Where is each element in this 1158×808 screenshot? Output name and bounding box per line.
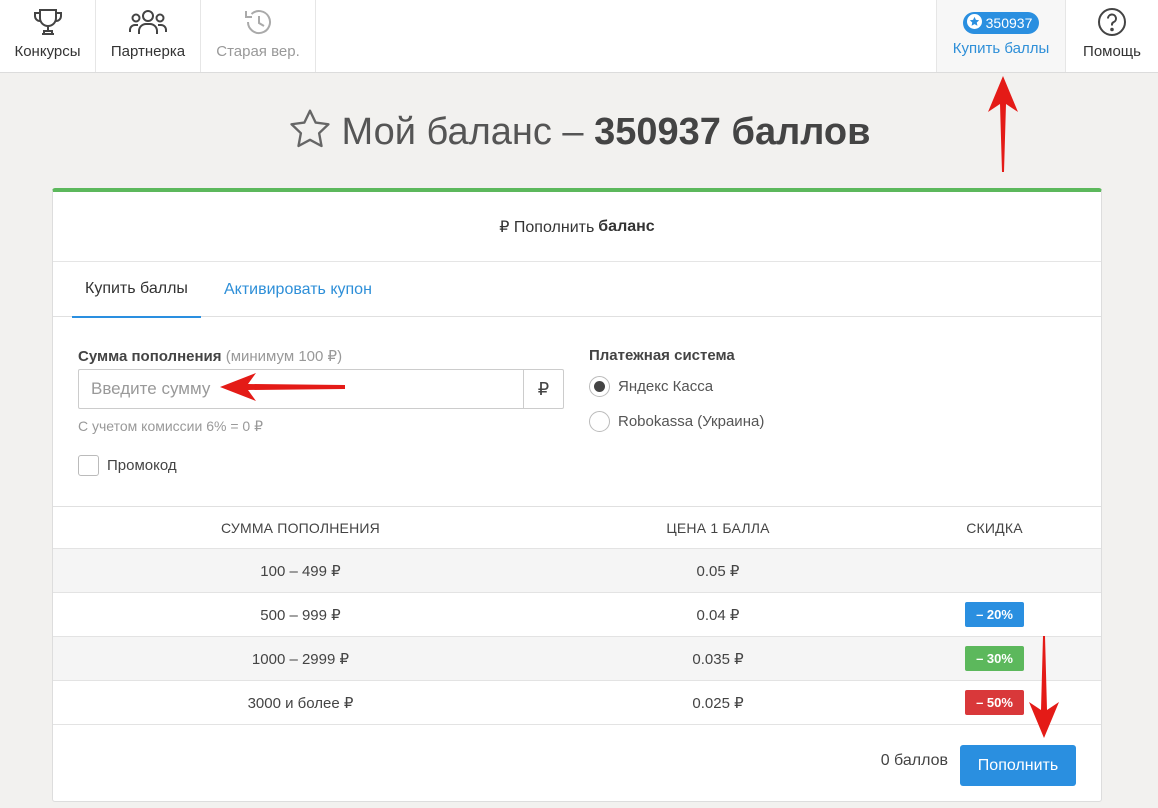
users-icon xyxy=(128,0,168,44)
payment-option-robokassa-label: Robokassa (Украина) xyxy=(618,413,765,430)
header-sum: СУММА ПОПОЛНЕНИЯ xyxy=(221,519,380,536)
row-discount: – 30% xyxy=(888,646,1101,671)
table-row: 100 – 499 ₽ 0.05 ₽ xyxy=(53,549,1101,593)
nav-partner[interactable]: Партнерка xyxy=(96,0,201,72)
balance-badge: 350937 xyxy=(962,12,1040,34)
sum-input-group: ₽ xyxy=(78,369,564,409)
nav-help-label: Помощь xyxy=(1083,43,1141,60)
nav-buy-points[interactable]: 350937 Купить баллы xyxy=(936,0,1065,72)
discount-badge: – 50% xyxy=(965,690,1024,715)
sum-min-hint: (минимум 100 ₽) xyxy=(225,348,343,365)
topup-submit-button[interactable]: Пополнить xyxy=(960,745,1076,786)
table-row: 3000 и более ₽ 0.025 ₽ – 50% xyxy=(53,681,1101,725)
nav-contests[interactable]: Конкурсы xyxy=(0,0,96,72)
total-points: 0 баллов xyxy=(880,752,948,769)
question-circle-icon xyxy=(1096,0,1128,44)
radio-robokassa[interactable] xyxy=(589,411,610,432)
row-price: 0.025 ₽ xyxy=(692,694,744,712)
promo-checkbox-row[interactable]: Промокод xyxy=(78,455,177,476)
topup-card: ₽ Пополнить баланс Купить баллы Активиро… xyxy=(52,188,1102,802)
star-badge-icon xyxy=(966,14,982,32)
pricing-table-header: СУММА ПОПОЛНЕНИЯ ЦЕНА 1 БАЛЛА СКИДКА xyxy=(53,507,1101,549)
card-footer: 0 баллов Пополнить xyxy=(53,728,1101,802)
nav-old-version-label: Старая вер. xyxy=(216,43,300,60)
row-discount: – 20% xyxy=(888,602,1101,627)
topup-form: Сумма пополнения (минимум 100 ₽) ₽ С уче… xyxy=(53,317,1101,507)
star-outline-icon xyxy=(288,108,332,160)
nav-help[interactable]: Помощь xyxy=(1065,0,1158,72)
sum-input[interactable] xyxy=(79,370,523,408)
payment-option-yandex[interactable]: Яндекс Касса xyxy=(589,376,713,397)
sum-label: Сумма пополнения (минимум 100 ₽) xyxy=(78,347,342,365)
nav-contests-label: Конкурсы xyxy=(14,43,81,60)
commission-text: С учетом комиссии 6% = 0 ₽ xyxy=(78,418,263,434)
nav-partner-label: Партнерка xyxy=(110,43,186,60)
payment-option-yandex-label: Яндекс Касса xyxy=(618,378,714,395)
row-range: 3000 и более ₽ xyxy=(247,694,354,712)
balance-badge-value: 350937 xyxy=(985,15,1033,31)
page-title: Мой баланс – 350937 баллов xyxy=(0,108,1158,160)
row-price: 0.04 ₽ xyxy=(696,606,740,624)
row-range: 1000 – 2999 ₽ xyxy=(251,650,350,668)
discount-badge: – 20% xyxy=(965,602,1024,627)
top-navigation: Конкурсы Партнерка Старая вер. 350937 Ку… xyxy=(0,0,1158,73)
tab-buy-points[interactable]: Купить баллы xyxy=(72,262,201,318)
table-row: 500 – 999 ₽ 0.04 ₽ – 20% xyxy=(53,593,1101,637)
title-prefix: Мой баланс – xyxy=(341,111,584,153)
sum-label-text: Сумма пополнения xyxy=(78,348,222,365)
row-range: 500 – 999 ₽ xyxy=(260,606,341,624)
pricing-table: СУММА ПОПОЛНЕНИЯ ЦЕНА 1 БАЛЛА СКИДКА 100… xyxy=(53,507,1101,725)
row-price: 0.05 ₽ xyxy=(696,562,740,580)
row-discount: – 50% xyxy=(888,690,1101,715)
card-header-prefix: ₽ Пополнить xyxy=(499,218,595,236)
ruble-addon: ₽ xyxy=(523,370,563,408)
promo-label: Промокод xyxy=(107,457,177,474)
tabs-bar: Купить баллы Активировать купон xyxy=(53,262,1101,318)
history-icon xyxy=(242,0,274,44)
payment-system-label: Платежная система xyxy=(589,347,735,364)
card-header-bold: баланс xyxy=(598,217,655,235)
trophy-icon xyxy=(31,0,65,44)
discount-badge: – 30% xyxy=(965,646,1024,671)
nav-old-version[interactable]: Старая вер. xyxy=(201,0,316,72)
nav-buy-points-label: Купить баллы xyxy=(952,40,1050,57)
tab-activate-coupon[interactable]: Активировать купон xyxy=(211,262,385,317)
radio-yandex[interactable] xyxy=(589,376,610,397)
payment-option-robokassa[interactable]: Robokassa (Украина) xyxy=(589,411,764,432)
header-discount: СКИДКА xyxy=(966,519,1023,536)
card-header: ₽ Пополнить баланс xyxy=(53,192,1101,262)
row-price: 0.035 ₽ xyxy=(692,650,744,668)
title-balance-value: 350937 баллов xyxy=(594,111,871,153)
promo-checkbox[interactable] xyxy=(78,455,99,476)
header-price: ЦЕНА 1 БАЛЛА xyxy=(666,519,770,536)
table-row: 1000 – 2999 ₽ 0.035 ₽ – 30% xyxy=(53,637,1101,681)
row-range: 100 – 499 ₽ xyxy=(260,562,341,580)
